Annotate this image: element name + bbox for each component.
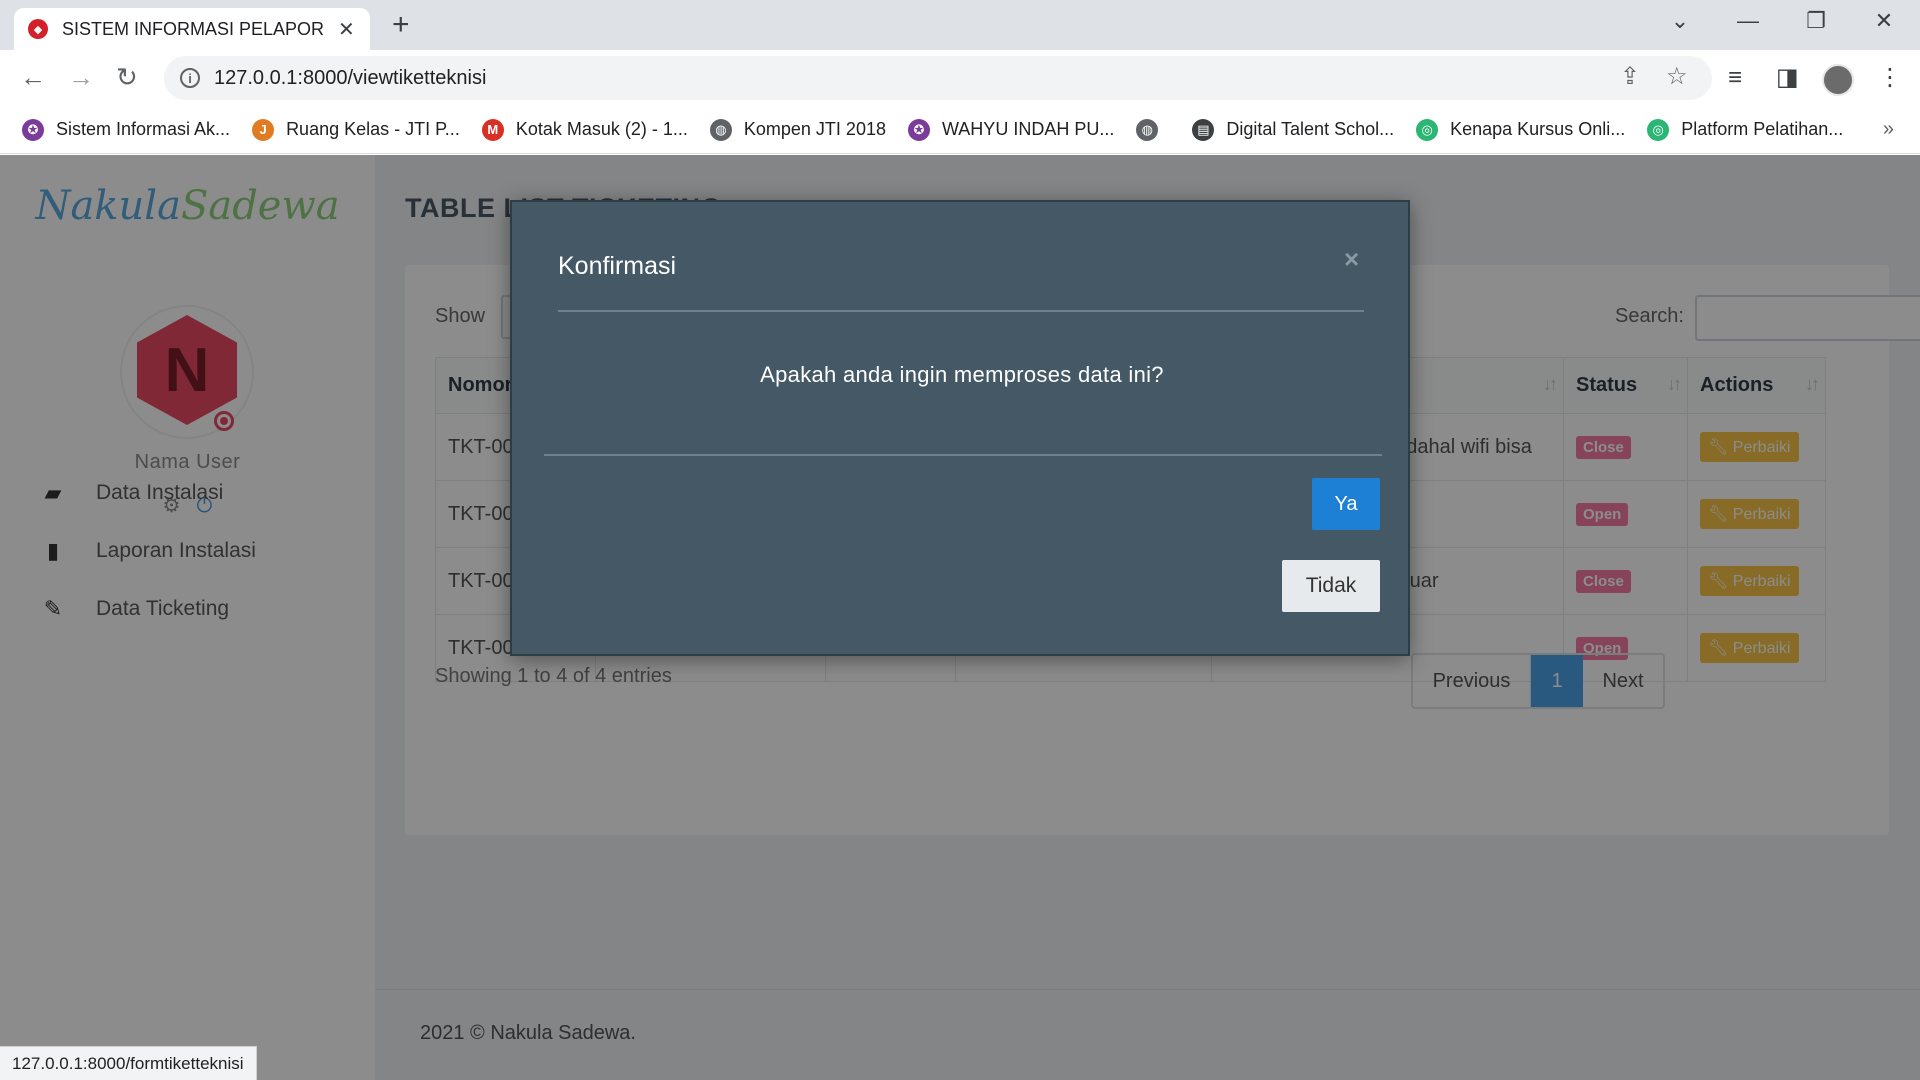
browser-tab[interactable]: ◆ SISTEM INFORMASI PELAPORAN ✕ bbox=[14, 8, 370, 50]
new-tab-icon[interactable]: + bbox=[392, 10, 410, 40]
close-tab-icon[interactable]: ✕ bbox=[338, 17, 355, 42]
profile-avatar[interactable] bbox=[1822, 64, 1854, 96]
close-icon[interactable]: × bbox=[1344, 244, 1359, 275]
reading-list-icon[interactable]: ≡ bbox=[1728, 64, 1742, 92]
browser-menu-icon[interactable]: ⋮ bbox=[1878, 64, 1902, 92]
dialog-message: Apakah anda ingin memproses data ini? bbox=[760, 362, 1164, 387]
course-icon: ◎ bbox=[1647, 118, 1670, 141]
browser-tabstrip: ◆ SISTEM INFORMASI PELAPORAN ✕ + ⌄ — ❐ ✕ bbox=[0, 0, 1920, 50]
gmail-icon: M bbox=[481, 118, 504, 141]
dialog-divider bbox=[544, 454, 1382, 456]
side-panel-icon[interactable]: ◨ bbox=[1776, 64, 1799, 92]
address-url[interactable]: 127.0.0.1:8000/viewtiketteknisi bbox=[214, 67, 486, 90]
bookmark-label: Kotak Masuk (2) - 1... bbox=[515, 119, 688, 139]
globe-icon: ◍ bbox=[709, 118, 732, 141]
bookmark-label: Ruang Kelas - JTI P... bbox=[286, 119, 460, 139]
course-icon: ◎ bbox=[1416, 118, 1439, 141]
bookmark-item[interactable]: ▤ Digital Talent Schol... bbox=[1192, 118, 1395, 141]
bookmark-item[interactable]: ◎ Kenapa Kursus Onli... bbox=[1416, 118, 1626, 141]
bookmark-item[interactable]: ✪ WAHYU INDAH PU... bbox=[907, 118, 1115, 141]
close-window-icon[interactable]: ✕ bbox=[1864, 8, 1904, 34]
address-bar[interactable]: i 127.0.0.1:8000/viewtiketteknisi ⇪ ☆ bbox=[164, 56, 1712, 100]
minimize-icon[interactable]: — bbox=[1728, 8, 1768, 34]
forward-icon[interactable]: → bbox=[68, 62, 94, 92]
bookmark-label: Kompen JTI 2018 bbox=[743, 119, 886, 139]
bookmark-item[interactable]: ✪ Sistem Informasi Ak... bbox=[22, 118, 231, 141]
share-icon[interactable]: ⇪ bbox=[1620, 62, 1640, 91]
bookmark-item[interactable]: ◍ Kompen JTI 2018 bbox=[709, 118, 886, 141]
dialog-title: Konfirmasi bbox=[558, 252, 677, 280]
bookmark-label: Sistem Informasi Ak... bbox=[56, 119, 231, 139]
restore-icon[interactable]: ❐ bbox=[1796, 8, 1836, 34]
bookmark-label: WAHYU INDAH PU... bbox=[941, 119, 1115, 139]
tab-search-chevron-icon[interactable]: ⌄ bbox=[1660, 8, 1700, 34]
confirm-dialog: Konfirmasi × Apakah anda ingin memproses… bbox=[510, 200, 1410, 656]
bookmark-label: Platform Pelatihan... bbox=[1681, 119, 1844, 139]
site-favicon-icon: ◆ bbox=[28, 19, 48, 39]
confirm-ya-button[interactable]: Ya bbox=[1312, 478, 1380, 530]
browser-status-url: 127.0.0.1:8000/formtiketteknisi bbox=[0, 1046, 257, 1080]
browser-toolbar: ← → ↻ i 127.0.0.1:8000/viewtiketteknisi … bbox=[0, 50, 1920, 106]
book-icon: ▤ bbox=[1192, 118, 1215, 141]
cancel-tidak-button[interactable]: Tidak bbox=[1282, 560, 1380, 612]
bookmark-item[interactable]: ◍ bbox=[1136, 118, 1170, 141]
university-seal-icon: ✪ bbox=[907, 118, 930, 141]
bookmark-label: Digital Talent Schol... bbox=[1226, 119, 1395, 139]
more-bookmarks-icon[interactable]: » bbox=[1883, 118, 1894, 141]
bookmark-label: Kenapa Kursus Onli... bbox=[1450, 119, 1626, 139]
bookmark-item[interactable]: ◎ Platform Pelatihan... bbox=[1647, 118, 1844, 141]
page: NakulaSadewa N Nama User ⚙ ⏻ ▰ Data Insta… bbox=[0, 155, 1920, 1080]
globe-icon: ◍ bbox=[1136, 118, 1159, 141]
ruang-kelas-icon: J bbox=[252, 118, 275, 141]
bookmark-item[interactable]: J Ruang Kelas - JTI P... bbox=[252, 118, 460, 141]
reload-icon[interactable]: ↻ bbox=[116, 62, 138, 92]
back-icon[interactable]: ← bbox=[20, 62, 46, 92]
university-seal-icon: ✪ bbox=[22, 118, 44, 141]
dialog-divider bbox=[558, 310, 1364, 312]
bookmark-item[interactable]: M Kotak Masuk (2) - 1... bbox=[481, 118, 688, 141]
tab-title: SISTEM INFORMASI PELAPORAN bbox=[62, 18, 324, 39]
bookmark-star-icon[interactable]: ☆ bbox=[1666, 62, 1688, 91]
site-info-icon[interactable]: i bbox=[180, 68, 200, 88]
bookmarks-bar: ✪ Sistem Informasi Ak... J Ruang Kelas - JT… bbox=[0, 106, 1920, 154]
